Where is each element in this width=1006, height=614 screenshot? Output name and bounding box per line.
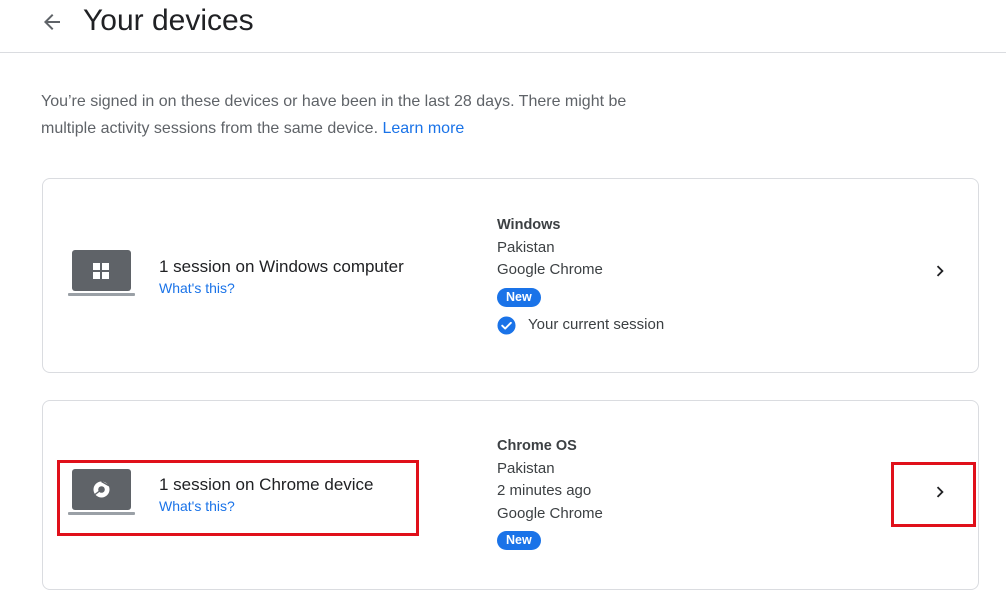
device-title: 1 session on Chrome device bbox=[159, 475, 374, 494]
device-details: Windows Pakistan Google Chrome New Your … bbox=[497, 214, 664, 337]
page-header: Your devices bbox=[0, 0, 1006, 53]
device-os: Chrome OS bbox=[497, 438, 577, 454]
device-browser: Google Chrome bbox=[497, 504, 603, 522]
new-badge: New bbox=[497, 531, 541, 550]
device-last-active: 2 minutes ago bbox=[497, 482, 592, 499]
device-card-windows[interactable]: 1 session on Windows computer What's thi… bbox=[42, 178, 979, 373]
new-badge: New bbox=[497, 287, 541, 307]
device-os: Windows bbox=[497, 217, 561, 233]
check-circle-icon bbox=[497, 316, 516, 335]
intro-text: You’re signed in on these devices or hav… bbox=[41, 88, 641, 142]
whats-this-link[interactable]: What's this? bbox=[159, 278, 235, 298]
device-summary: 1 session on Windows computer What's thi… bbox=[159, 256, 404, 298]
device-browser: Google Chrome bbox=[497, 261, 603, 278]
device-title: 1 session on Windows computer bbox=[159, 257, 404, 276]
chrome-laptop-icon bbox=[68, 469, 135, 515]
open-device-button[interactable] bbox=[929, 481, 951, 503]
device-location: Pakistan bbox=[497, 238, 555, 256]
learn-more-link[interactable]: Learn more bbox=[382, 120, 464, 137]
chevron-right-icon bbox=[936, 486, 944, 498]
page-title: Your devices bbox=[83, 4, 254, 37]
device-card-chrome[interactable]: 1 session on Chrome device What's this? … bbox=[42, 400, 979, 590]
intro-description: You’re signed in on these devices or hav… bbox=[41, 93, 627, 137]
arrow-back-icon bbox=[44, 14, 60, 30]
windows-laptop-icon bbox=[68, 250, 135, 296]
current-session: Your current session bbox=[497, 314, 664, 337]
device-summary: 1 session on Chrome device What's this? bbox=[159, 474, 374, 516]
chevron-right-icon bbox=[936, 265, 944, 277]
current-session-label: Your current session bbox=[528, 316, 665, 333]
device-details: Chrome OS Pakistan 2 minutes ago Google … bbox=[497, 435, 603, 552]
back-button[interactable] bbox=[38, 8, 66, 36]
open-device-button[interactable] bbox=[929, 260, 951, 282]
whats-this-link[interactable]: What's this? bbox=[159, 496, 235, 516]
device-location: Pakistan bbox=[497, 459, 555, 477]
